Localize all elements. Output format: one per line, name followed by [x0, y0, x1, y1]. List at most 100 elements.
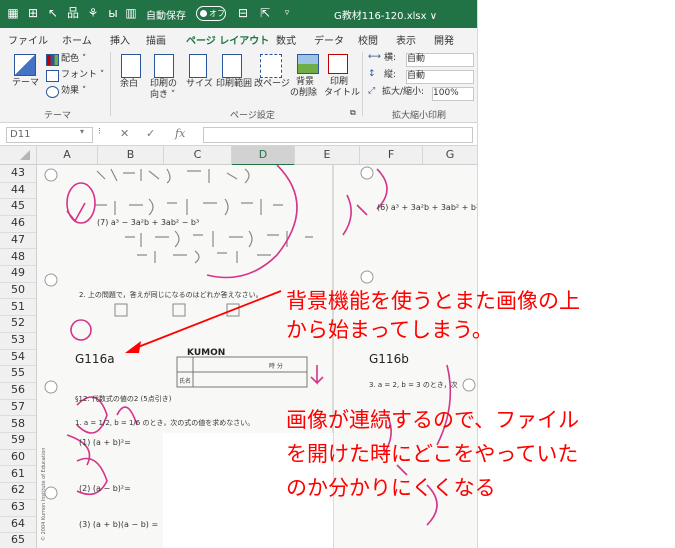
row-header[interactable]: 54 — [0, 349, 36, 367]
row-header[interactable]: 48 — [0, 249, 36, 267]
row-header[interactable]: 55 — [0, 365, 36, 383]
themes-button[interactable]: テーマ — [12, 78, 39, 89]
row-header[interactable]: 63 — [0, 499, 36, 517]
column-header-b[interactable]: B — [98, 146, 164, 164]
scale-icon: ⤢ — [368, 86, 376, 96]
column-header-d[interactable]: D — [232, 146, 295, 166]
enter-icon[interactable]: ✓ — [146, 127, 155, 140]
worksheet-header-right: G116b — [369, 352, 409, 366]
row-header[interactable]: 60 — [0, 449, 36, 467]
background-button-line2[interactable]: の削除 — [290, 88, 317, 99]
bar-chart-icon[interactable]: ▥ — [124, 6, 138, 20]
column-header-f[interactable]: F — [360, 146, 423, 164]
worksheet-time-label: 時 分 — [269, 362, 283, 370]
analysis-icon[interactable]: ы — [106, 6, 120, 20]
row-header[interactable]: 58 — [0, 416, 36, 434]
orientation-button-line2[interactable]: 向き ˅ — [150, 90, 175, 101]
tab-developer[interactable]: 開発 — [434, 32, 454, 47]
row-header[interactable]: 61 — [0, 466, 36, 484]
worksheet-item-1: (1) (a + b)²= — [79, 438, 131, 447]
tab-draw[interactable]: 描画 — [146, 32, 166, 47]
chart-icon[interactable]: ⚘ — [86, 6, 100, 20]
hierarchy-icon[interactable]: 品 — [66, 6, 80, 20]
row-header[interactable]: 44 — [0, 182, 36, 200]
file-name: G教材116-120.xlsx ∨ — [334, 11, 438, 22]
worksheet-copyright: © 2004 Kumon Institute of Education — [40, 448, 47, 541]
column-headers: A B C D E F G — [0, 146, 477, 166]
column-header-a[interactable]: A — [37, 146, 98, 164]
row-header[interactable]: 46 — [0, 215, 36, 233]
ribbon-tabs: ファイル ホーム 挿入 描画 ページ レイアウト 数式 データ 校閲 表示 開発 — [0, 28, 477, 51]
size-button[interactable]: サイズ — [186, 79, 213, 90]
print-titles-button-line2[interactable]: タイトル — [324, 88, 360, 99]
scale-group-label: 拡大縮小印刷 — [392, 111, 447, 121]
row-header[interactable]: 65 — [0, 532, 36, 548]
tab-review[interactable]: 校閲 — [358, 32, 378, 47]
autosave-toggle[interactable]: オフ — [196, 6, 226, 21]
cursor-icon[interactable]: ↖ — [46, 6, 60, 20]
save-icon[interactable]: ⊟ — [236, 6, 250, 20]
row-header[interactable]: 43 — [0, 165, 36, 183]
height-icon: ↕ — [368, 69, 376, 79]
table-icon[interactable]: ⊞ — [26, 6, 40, 20]
fonts-button[interactable]: フォント ˅ — [61, 70, 104, 81]
column-header-g[interactable]: G — [423, 146, 477, 164]
row-header[interactable]: 64 — [0, 516, 36, 534]
breaks-button[interactable]: 改ページ — [254, 79, 290, 90]
page-setup-launcher-icon[interactable]: ⧉ — [350, 107, 356, 118]
customize-qat-icon[interactable]: ▿ — [280, 6, 294, 20]
insert-function-icon[interactable]: fx — [175, 127, 185, 140]
worksheet-question-2: 2. 上の問題で，答えが同じになるのはどれか答えなさい。 — [79, 290, 263, 299]
tab-file[interactable]: ファイル — [8, 32, 48, 47]
themes-icon — [14, 54, 36, 76]
print-area-button[interactable]: 印刷範囲 — [216, 79, 252, 90]
separator — [110, 52, 111, 116]
tab-page-layout[interactable]: ページ レイアウト — [186, 32, 270, 51]
worksheet-item-6: (6) a³ + 3a²b + 3ab² + b³ — [377, 203, 477, 212]
row-header[interactable]: 45 — [0, 198, 36, 216]
title-bar: ▦ ⊞ ↖ 品 ⚘ ы ▥ 自動保存 オフ ⊟ ⇱ ▿ G教材116-120.x… — [0, 0, 477, 28]
column-header-c[interactable]: C — [164, 146, 232, 164]
orientation-icon — [154, 54, 174, 78]
scale-input[interactable]: 100% — [432, 87, 474, 101]
row-header[interactable]: 56 — [0, 382, 36, 400]
worksheet-question-3: 3. a = 2, b = 3 のとき，次 — [369, 380, 458, 389]
row-header[interactable]: 51 — [0, 299, 36, 317]
worksheet-header-left: G116a — [75, 352, 115, 366]
background-button-line1[interactable]: 背景 — [296, 77, 314, 88]
colors-button[interactable]: 配色 ˅ — [61, 54, 86, 65]
row-header[interactable]: 47 — [0, 232, 36, 250]
grid-icon[interactable]: ▦ — [6, 6, 20, 20]
breaks-icon — [260, 54, 282, 78]
formula-input[interactable] — [203, 127, 473, 143]
width-icon: ⟷ — [368, 52, 381, 62]
cancel-icon[interactable]: ✕ — [120, 127, 129, 140]
tab-data[interactable]: データ — [314, 32, 344, 47]
row-header[interactable]: 59 — [0, 432, 36, 450]
margins-button[interactable]: 余白 — [120, 79, 138, 90]
print-titles-button-line1[interactable]: 印刷 — [330, 77, 348, 88]
column-header-e[interactable]: E — [295, 146, 360, 164]
separator — [362, 52, 363, 116]
touch-mode-icon[interactable]: ⇱ — [258, 6, 272, 20]
select-all-corner[interactable] — [0, 146, 37, 164]
worksheet-item-3: (3) (a + b)(a − b) = — [79, 520, 158, 529]
name-box-dropdown-icon[interactable]: ▾ — [80, 127, 84, 136]
tab-home[interactable]: ホーム — [62, 32, 92, 47]
row-header[interactable]: 52 — [0, 315, 36, 333]
row-header[interactable]: 57 — [0, 399, 36, 417]
tab-insert[interactable]: 挿入 — [110, 32, 130, 47]
width-select[interactable]: 自動 — [406, 53, 474, 67]
print-area-icon — [222, 54, 242, 78]
tab-formulas[interactable]: 数式 — [276, 32, 296, 47]
row-header[interactable]: 49 — [0, 265, 36, 283]
height-select[interactable]: 自動 — [406, 70, 474, 84]
width-label: 横: — [384, 53, 397, 63]
row-header[interactable]: 53 — [0, 332, 36, 350]
row-header[interactable]: 62 — [0, 482, 36, 500]
row-header[interactable]: 50 — [0, 282, 36, 300]
effects-button[interactable]: 効果 ˅ — [61, 86, 86, 97]
tab-view[interactable]: 表示 — [396, 32, 416, 47]
orientation-button-line1[interactable]: 印刷の — [150, 79, 177, 90]
worksheet-name-label: 氏名 — [179, 377, 191, 385]
